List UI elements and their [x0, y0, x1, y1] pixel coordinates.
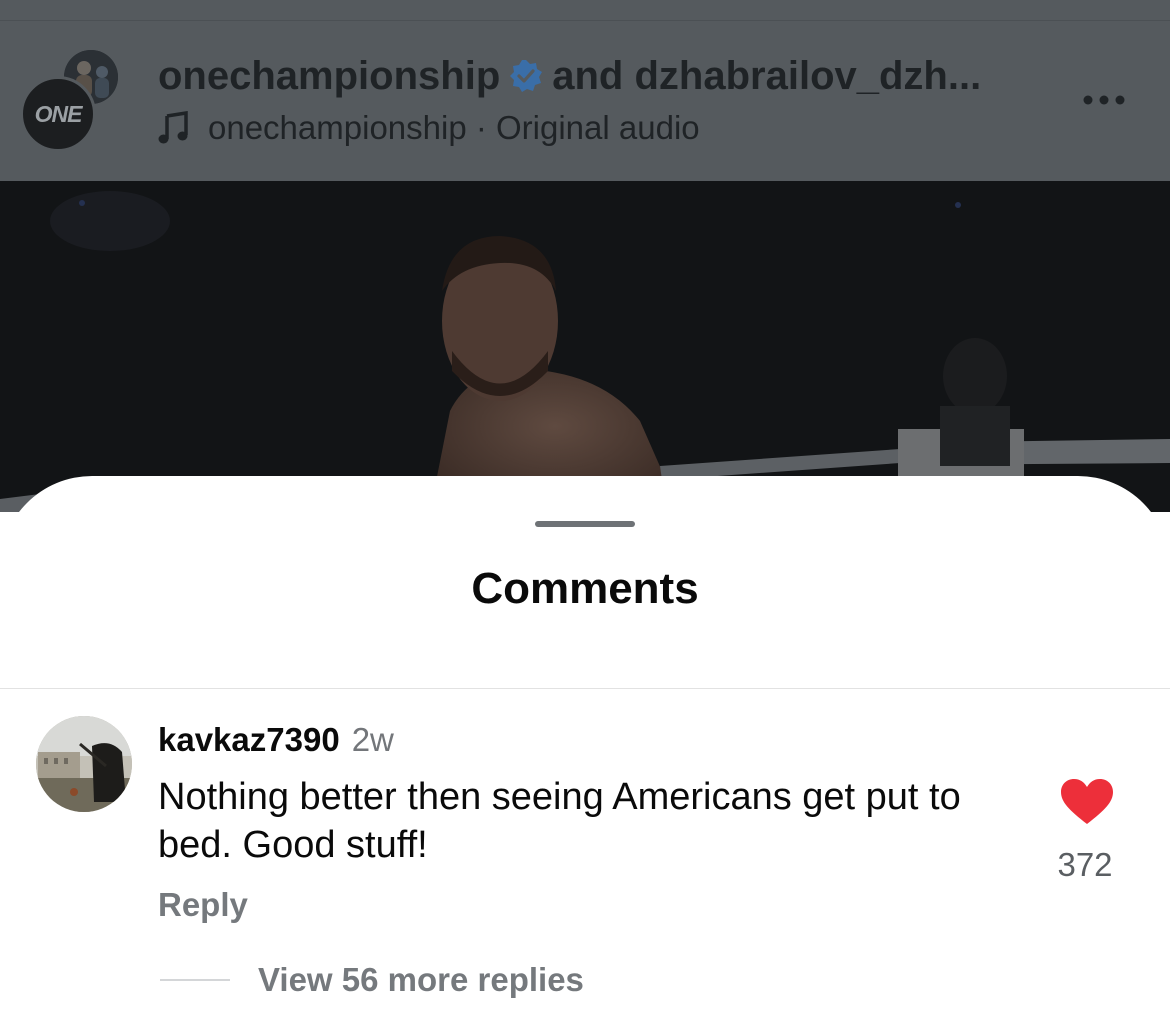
- one-logo: ONE: [34, 100, 83, 127]
- drag-handle[interactable]: [535, 521, 635, 527]
- audio-label: onechampionship · Original audio: [208, 109, 700, 146]
- account-name[interactable]: onechampionship: [158, 54, 500, 99]
- post-authors: onechampionship and dzhabrailov_dzh...: [158, 52, 981, 100]
- view-replies-label: View 56 more replies: [258, 961, 584, 998]
- commenter-avatar[interactable]: [36, 716, 132, 812]
- replies-divider-line: [160, 979, 230, 981]
- heart-icon[interactable]: [1059, 778, 1115, 826]
- reply-button[interactable]: Reply: [158, 886, 248, 924]
- comment-text: Nothing better then seeing Americans get…: [158, 776, 961, 866]
- coauthor-name[interactable]: and dzhabrailov_dzh...: [552, 54, 981, 99]
- video-frame[interactable]: [0, 181, 1170, 512]
- account-avatar[interactable]: ONE: [20, 76, 96, 152]
- like-count: 372: [1057, 846, 1113, 883]
- verified-badge-icon: [508, 58, 544, 94]
- collab-avatars[interactable]: ONE: [20, 50, 120, 152]
- more-options-icon[interactable]: [1078, 84, 1130, 116]
- sheet-divider: [0, 688, 1170, 689]
- view-replies-button[interactable]: View 56 more replies: [160, 958, 584, 1002]
- sheet-title: Comments: [471, 564, 699, 613]
- audio-attribution[interactable]: onechampionship · Original audio: [158, 108, 700, 148]
- comment-meta: kavkaz7390 2w: [158, 718, 394, 762]
- header-divider: [0, 20, 1170, 21]
- music-note-icon: [158, 111, 188, 144]
- comment-timestamp: 2w: [351, 721, 394, 758]
- comment-username[interactable]: kavkaz7390: [158, 721, 340, 759]
- post-header: ONE onechampionship and dzhabrailov_dzh.…: [0, 0, 1170, 181]
